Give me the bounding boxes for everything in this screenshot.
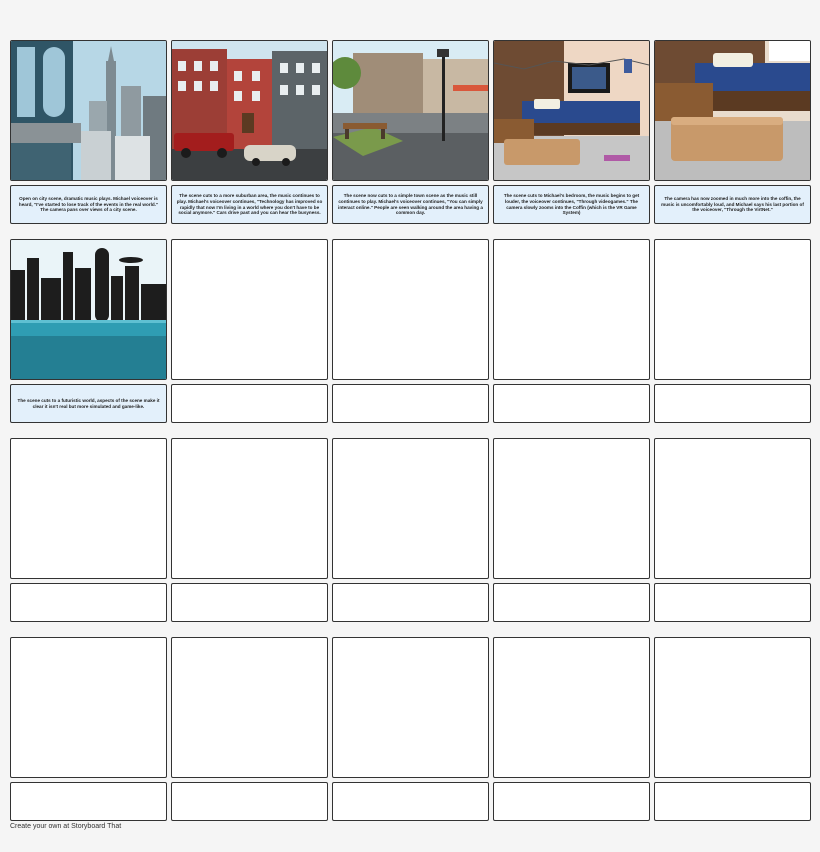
empty-caption-panel[interactable] xyxy=(654,384,811,423)
empty-image-panel[interactable] xyxy=(654,239,811,380)
empty-image-panel[interactable] xyxy=(10,438,167,579)
empty-image-panel[interactable] xyxy=(493,239,650,380)
caption-text: The camera has now zoomed in much more i… xyxy=(661,196,804,213)
empty-caption-panel[interactable] xyxy=(171,782,328,821)
empty-caption-panel[interactable] xyxy=(332,384,489,423)
empty-caption-panel[interactable] xyxy=(10,583,167,622)
storyboard-row-2: The scene cuts to a futuristic world, as… xyxy=(10,239,811,424)
empty-image-panel[interactable] xyxy=(10,637,167,778)
empty-image-panel[interactable] xyxy=(654,637,811,778)
empty-caption-panel[interactable] xyxy=(493,782,650,821)
empty-image-panel[interactable] xyxy=(332,239,489,380)
scene-town-image[interactable] xyxy=(332,40,489,181)
scene-caption-3: The scene now cuts to a simple town scen… xyxy=(332,185,489,224)
empty-caption-panel[interactable] xyxy=(493,583,650,622)
empty-image-panel[interactable] xyxy=(171,637,328,778)
empty-caption-panel[interactable] xyxy=(10,782,167,821)
caption-text: The scene cuts to Michael's bedroom, the… xyxy=(503,193,640,216)
empty-caption-panel[interactable] xyxy=(332,782,489,821)
empty-image-panel[interactable] xyxy=(493,637,650,778)
empty-caption-panel[interactable] xyxy=(332,583,489,622)
caption-text: Open on city scene, dramatic music plays… xyxy=(18,196,159,213)
empty-caption-panel[interactable] xyxy=(654,782,811,821)
empty-caption-panel[interactable] xyxy=(654,583,811,622)
scene-suburban-image[interactable] xyxy=(171,40,328,181)
scene-caption-6: The scene cuts to a futuristic world, as… xyxy=(10,384,167,423)
scene-bedroom-image[interactable] xyxy=(493,40,650,181)
empty-caption-panel[interactable] xyxy=(171,583,328,622)
caption-text: The scene cuts to a more suburban area, … xyxy=(176,193,323,216)
caption-text: The scene now cuts to a simple town scen… xyxy=(338,193,483,216)
empty-image-panel[interactable] xyxy=(332,637,489,778)
empty-caption-panel[interactable] xyxy=(171,384,328,423)
empty-image-panel[interactable] xyxy=(654,438,811,579)
storyboard-row-3 xyxy=(10,438,811,623)
scene-caption-5: The camera has now zoomed in much more i… xyxy=(654,185,811,224)
empty-image-panel[interactable] xyxy=(493,438,650,579)
empty-image-panel[interactable] xyxy=(332,438,489,579)
scene-caption-1: Open on city scene, dramatic music plays… xyxy=(10,185,167,224)
footer-credit: Create your own at Storyboard That xyxy=(10,823,122,830)
scene-futuristic-image[interactable] xyxy=(10,239,167,380)
storyboard-row-1: Open on city scene, dramatic music plays… xyxy=(10,40,811,225)
empty-image-panel[interactable] xyxy=(171,438,328,579)
scene-caption-2: The scene cuts to a more suburban area, … xyxy=(171,185,328,224)
scene-caption-4: The scene cuts to Michael's bedroom, the… xyxy=(493,185,650,224)
caption-text: The scene cuts to a futuristic world, as… xyxy=(17,397,160,409)
empty-image-panel[interactable] xyxy=(171,239,328,380)
empty-caption-panel[interactable] xyxy=(493,384,650,423)
storyboard-row-4 xyxy=(10,637,811,822)
scene-coffin-image[interactable] xyxy=(654,40,811,181)
scene-city-image[interactable] xyxy=(10,40,167,181)
